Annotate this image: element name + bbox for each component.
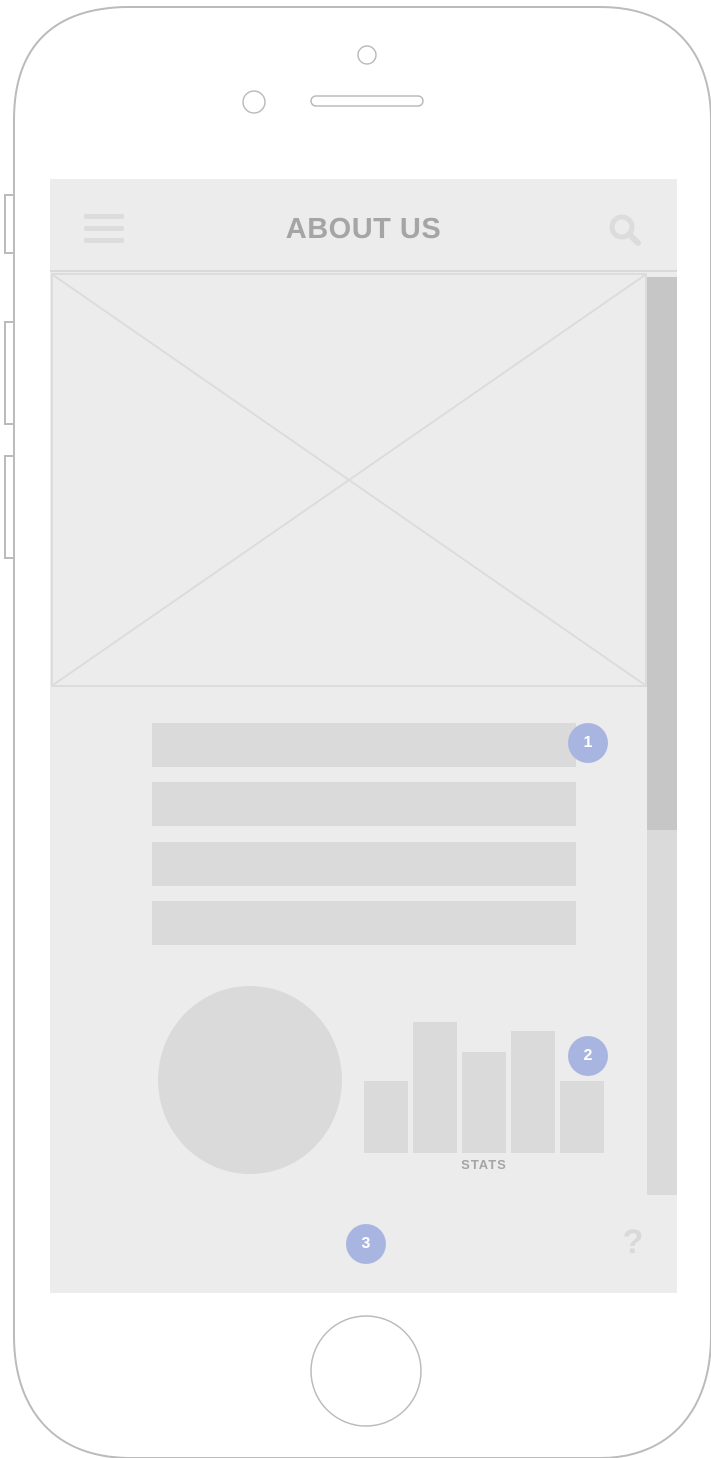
annotation-marker-2: 2 [568,1036,608,1076]
screen: ABOUT US 1 2 STATS 3 ? [50,179,677,1293]
bar-chart [364,1022,604,1153]
page-title: ABOUT US [285,213,442,245]
stats-label: STATS [461,1157,507,1172]
annotation-marker-3: 3 [346,1224,386,1264]
scrollbar[interactable] [647,277,677,1195]
bar-5 [560,1081,604,1153]
text-line-placeholder-4 [152,901,576,945]
front-camera [242,90,266,114]
side-button-volume-down [4,455,15,559]
text-line-placeholder-1 [152,723,576,767]
home-button[interactable] [310,1315,422,1427]
side-button-top [4,194,15,254]
pie-chart-placeholder [158,986,342,1174]
annotation-marker-1: 1 [568,723,608,763]
hero-image-placeholder [51,273,647,687]
speaker-grille [310,95,424,107]
help-icon[interactable]: ? [620,1223,646,1262]
scrollbar-thumb[interactable] [647,277,677,830]
text-line-placeholder-2 [152,782,576,826]
text-line-placeholder-3 [152,842,576,886]
bar-3 [462,1052,506,1153]
app-header: ABOUT US [50,179,677,272]
bar-4 [511,1031,555,1153]
camera-dot [357,45,377,65]
bar-2 [413,1022,457,1153]
side-button-volume-up [4,321,15,425]
search-icon[interactable] [608,213,642,247]
bar-1 [364,1081,408,1153]
